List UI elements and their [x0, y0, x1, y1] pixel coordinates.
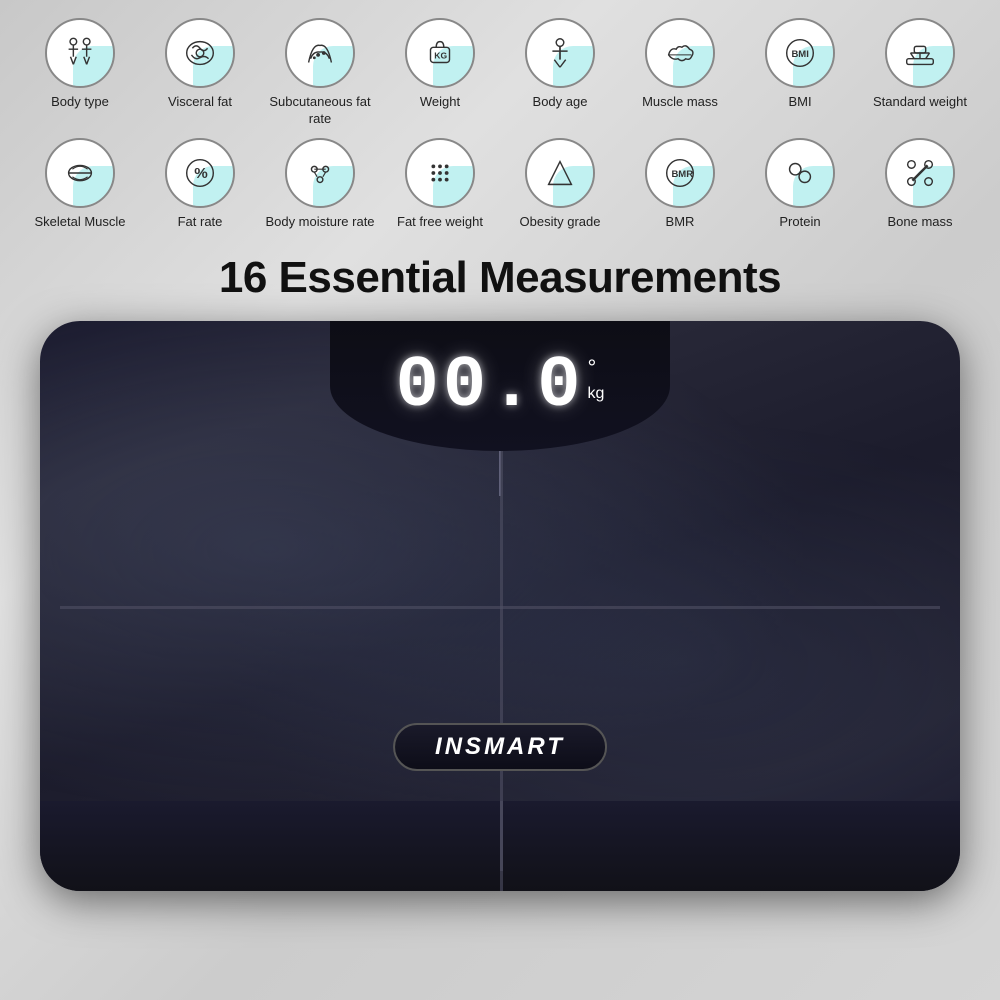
scale: 00.0 ° kg INSMART	[40, 321, 960, 891]
icon-circle-standard-weight	[885, 18, 955, 88]
icon-circle-bone	[885, 138, 955, 208]
icon-circle-body-age	[525, 18, 595, 88]
obesity-grade-label: Obesity grade	[520, 214, 601, 231]
icon-item-visceral-fat: Visceral fat	[145, 18, 255, 111]
body-type-label: Body type	[51, 94, 109, 111]
icon-circle-obesity	[525, 138, 595, 208]
standard-weight-icon	[901, 34, 939, 72]
protein-label: Protein	[779, 214, 820, 231]
lcd-superscripts: ° kg	[587, 350, 604, 403]
muscle-mass-label: Muscle mass	[642, 94, 718, 111]
skeletal-icon	[61, 154, 99, 192]
icon-circle-bmr: BMR	[645, 138, 715, 208]
bmi-icon: BMI	[781, 34, 819, 72]
fat-free-icon	[421, 154, 459, 192]
body-moisture-label: Body moisture rate	[265, 214, 374, 231]
skeletal-muscle-label: Skeletal Muscle	[34, 214, 125, 231]
visceral-fat-label: Visceral fat	[168, 94, 232, 111]
icon-circle-body-moisture	[285, 138, 355, 208]
fat-rate-label: Fat rate	[178, 214, 223, 231]
weight-icon: KG	[421, 34, 459, 72]
icon-item-body-moisture: Body moisture rate	[265, 138, 375, 231]
visceral-fat-icon	[181, 34, 219, 72]
icon-item-subcutaneous: Subcutaneous fat rate	[265, 18, 375, 128]
muscle-mass-icon	[661, 34, 699, 72]
fat-free-label: Fat free weight	[397, 214, 483, 231]
lcd-kg: kg	[587, 385, 604, 403]
icon-circle-subcutaneous	[285, 18, 355, 88]
weight-label: Weight	[420, 94, 460, 111]
icons-section: Body type Visceral fat	[0, 0, 1000, 241]
svg-text:BMI: BMI	[791, 49, 808, 60]
icon-circle-weight: KG	[405, 18, 475, 88]
icon-item-fat-rate: % Fat rate	[145, 138, 255, 231]
protein-icon	[781, 154, 819, 192]
body-moisture-icon	[301, 154, 339, 192]
bone-icon	[901, 154, 939, 192]
icon-item-obesity-grade: Obesity grade	[505, 138, 615, 231]
icon-item-body-age: Body age	[505, 18, 615, 111]
icon-item-body-type: Body type	[25, 18, 135, 111]
lcd-degree: °	[587, 355, 596, 381]
icon-circle-body-type	[45, 18, 115, 88]
icon-item-bmr: BMR BMR	[625, 138, 735, 231]
icon-item-muscle-mass: Muscle mass	[625, 18, 735, 111]
brand-text: INSMART	[435, 733, 565, 760]
icons-row-1: Body type Visceral fat	[20, 18, 980, 128]
subcutaneous-label: Subcutaneous fat rate	[265, 94, 375, 128]
icon-circle-skeletal	[45, 138, 115, 208]
icons-row-2: Skeletal Muscle % Fat rate	[20, 138, 980, 231]
svg-text:BMR: BMR	[671, 169, 693, 180]
icon-item-bone-mass: Bone mass	[865, 138, 975, 231]
svg-text:%: %	[194, 165, 208, 182]
bmi-label: BMI	[788, 94, 811, 111]
icon-circle-protein	[765, 138, 835, 208]
icon-circle-muscle-mass	[645, 18, 715, 88]
lcd-display: 00.0 ° kg	[396, 350, 605, 422]
icon-item-weight: KG Weight	[385, 18, 495, 111]
bone-mass-label: Bone mass	[887, 214, 952, 231]
icon-circle-visceral-fat	[165, 18, 235, 88]
svg-text:KG: KG	[434, 51, 447, 61]
fat-rate-icon: %	[181, 154, 219, 192]
main-heading: 16 Essential Measurements	[219, 253, 781, 303]
body-age-icon	[541, 34, 579, 72]
bmr-icon: BMR	[661, 154, 699, 192]
subcutaneous-icon	[301, 34, 339, 72]
icon-circle-fat-free	[405, 138, 475, 208]
main-content: Body type Visceral fat	[0, 0, 1000, 1000]
bmr-label: BMR	[666, 214, 695, 231]
body-age-label: Body age	[533, 94, 588, 111]
body-type-icon	[61, 34, 99, 72]
icon-circle-fat-rate: %	[165, 138, 235, 208]
icon-circle-bmi: BMI	[765, 18, 835, 88]
icon-item-standard-weight: Standard weight	[865, 18, 975, 111]
standard-weight-label: Standard weight	[873, 94, 967, 111]
icon-item-skeletal-muscle: Skeletal Muscle	[25, 138, 135, 231]
display-area: 00.0 ° kg	[330, 321, 670, 451]
brand-label: INSMART	[393, 723, 607, 771]
lcd-digits: 00.0	[396, 350, 585, 422]
icon-item-protein: Protein	[745, 138, 855, 231]
obesity-icon	[541, 154, 579, 192]
icon-item-bmi: BMI BMI	[745, 18, 855, 111]
icon-item-fat-free: Fat free weight	[385, 138, 495, 231]
